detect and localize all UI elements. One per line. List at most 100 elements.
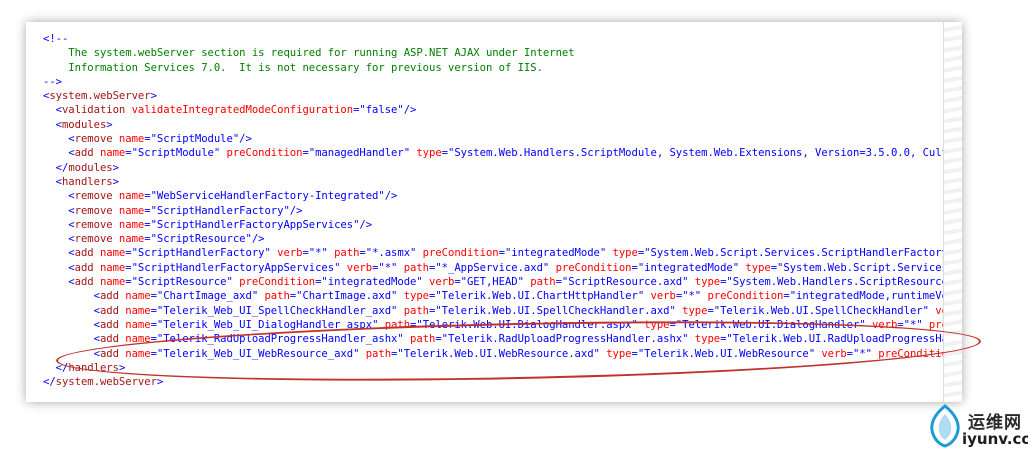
code-token: modules (68, 161, 113, 174)
code-token: ChartImage.axd (302, 290, 392, 303)
code-token: handlers (61, 175, 113, 188)
code-token: Telerik.Web.UI.WebResource (644, 347, 809, 360)
code-line: <add name="ChartImage_axd" path="ChartIm… (43, 289, 962, 303)
code-token: modules (61, 118, 107, 131)
code-token: ScriptHandlerFactoryAppServices (156, 218, 354, 231)
code-line: <remove name="ScriptResource"/> (43, 232, 962, 246)
code-token: "/> (378, 190, 398, 203)
code-token: =" (669, 318, 683, 331)
code-token: name (93, 247, 126, 260)
code-token: ScriptResource (156, 233, 246, 246)
code-token: type (688, 333, 721, 346)
code-token: =" (429, 304, 442, 317)
code-token: name (112, 233, 145, 246)
code-token: "/> (353, 218, 373, 231)
code-token: =" (315, 276, 328, 289)
code-token: < (43, 261, 75, 274)
code-token: system.webServer (49, 90, 151, 103)
code-token: =" (429, 290, 442, 303)
code-token: Telerik.Web.UI.DialogHandler.aspx (422, 318, 632, 331)
code-token: path (397, 304, 430, 317)
code-token: name (93, 276, 126, 289)
code-token: preCondition (701, 290, 784, 303)
code-token: Telerik.Web.UI.ChartHttpHandler (441, 290, 638, 303)
code-token: type (397, 290, 430, 303)
code-token: =" (150, 318, 164, 331)
code-token: add (74, 276, 94, 289)
code-token: < (43, 304, 100, 317)
code-line: <handlers> (43, 175, 962, 189)
code-screenshot-panel: <!-- The system.webServer section is req… (26, 22, 962, 402)
code-token: preCondition (549, 261, 632, 274)
code-token: handlers (68, 361, 119, 374)
code-token: verb (270, 247, 303, 260)
code-token: =" (125, 261, 138, 274)
code-token: add (74, 261, 94, 274)
code-token: Telerik_RadUploadProgressHandler_ashx (163, 333, 398, 346)
code-token: The system.webServer section is required… (43, 47, 575, 60)
code-token: < (43, 333, 100, 346)
code-line: <remove name="ScriptHandlerFactoryAppSer… (43, 218, 962, 232)
code-token: > (112, 161, 119, 174)
code-token: ChartImage_axd (163, 290, 252, 303)
code-token: type (675, 304, 708, 317)
code-token: =" (144, 218, 157, 231)
code-token: =" (783, 290, 797, 303)
code-token: ScriptHandlerFactory (137, 247, 265, 260)
code-token: =" (150, 304, 164, 317)
code-token: integratedMode,runtimeVersi (796, 290, 962, 303)
code-token: =" (897, 318, 910, 331)
code-token: =" (637, 247, 651, 260)
code-token: remove (74, 233, 113, 246)
code-token: ScriptHandlerFactory (156, 204, 284, 217)
code-token: Telerik_Web_UI_WebResource_axd (163, 347, 354, 360)
code-token: name (112, 204, 145, 217)
code-token: "/> (397, 104, 417, 117)
code-line: <add name="ScriptHandlerFactory" verb="*… (43, 246, 962, 260)
code-token: type (606, 247, 638, 260)
code-line: <remove name="ScriptHandlerFactory"/> (43, 204, 962, 218)
code-token: ScriptModule (137, 147, 214, 160)
code-line: --> (43, 75, 962, 89)
code-token: type (688, 276, 721, 289)
code-token: remove (74, 218, 113, 231)
code-token: path (359, 347, 392, 360)
code-token: < (43, 118, 62, 131)
code-token: </ (43, 361, 69, 374)
code-line: <modules> (43, 118, 962, 132)
code-token: =" (125, 247, 138, 260)
code-token: name (118, 347, 151, 360)
code-token: verb (422, 276, 455, 289)
watermark-url: iyunv.com (962, 430, 1028, 448)
code-token: managedHandler (315, 147, 404, 160)
code-token: =" (720, 333, 733, 346)
code-token: =" (441, 147, 455, 160)
code-line: <add name="ScriptModule" preCondition="m… (43, 146, 962, 160)
code-token: name (118, 333, 151, 346)
code-token: validateIntegratedModeConfiguration (125, 104, 354, 117)
watermark: 运维网 iyunv.com (918, 400, 1028, 454)
code-token: add (99, 304, 119, 317)
code-token: verb (815, 347, 847, 360)
code-token: < (43, 318, 100, 331)
code-token: =" (302, 247, 316, 260)
code-token: =" (372, 261, 385, 274)
code-token: Telerik_Web_UI_DialogHandler_aspx (163, 318, 373, 331)
code-line: <add name="Telerik_RadUploadProgressHand… (43, 332, 962, 346)
code-token: =" (144, 133, 157, 146)
code-line: <add name="ScriptHandlerFactoryAppServic… (43, 261, 962, 275)
code-line: <system.webServer> (43, 89, 962, 103)
code-token: path (397, 261, 430, 274)
code-token: =" (631, 261, 645, 274)
code-token: name (118, 290, 151, 303)
code-token: =" (144, 204, 157, 217)
code-token: false (365, 104, 398, 117)
code-token: path (258, 290, 290, 303)
code-token: path (403, 333, 436, 346)
code-token: =" (150, 290, 164, 303)
code-token: <!-- (43, 33, 69, 45)
code-token: =" (144, 190, 157, 203)
torn-edge (943, 22, 962, 402)
code-token: < (43, 233, 75, 246)
code-token: validation (61, 104, 126, 117)
